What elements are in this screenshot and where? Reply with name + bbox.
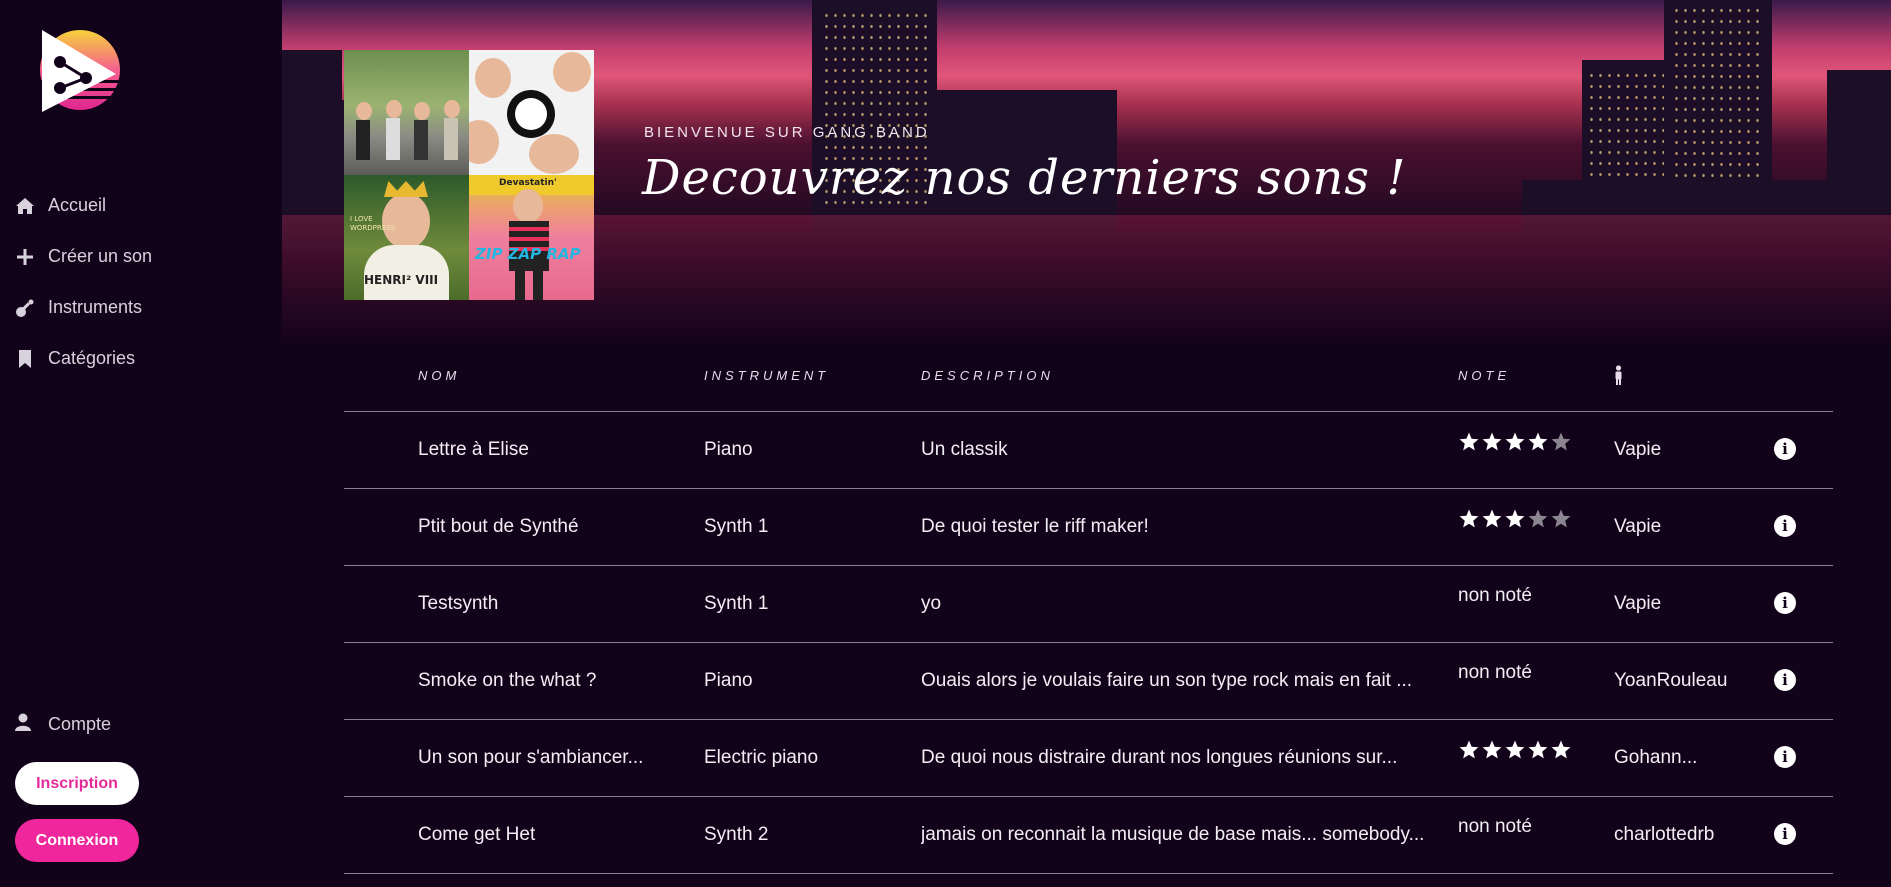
nav-label: Instruments: [48, 297, 143, 317]
album-cover-zip-zap-rap: Devastatin' ZIP ZAP RAP: [469, 175, 594, 300]
account-label: Compte: [48, 714, 112, 734]
star-filled-icon: [1505, 432, 1525, 451]
cover4-title: ZIP ZAP RAP: [475, 245, 581, 263]
album-cover-henri: I LOVE WORDPRESS HENRI² VIII: [344, 175, 469, 300]
table-row[interactable]: Come get Het Synth 2 jamais on reconnait l…: [344, 797, 1833, 874]
person-icon: [1614, 365, 1623, 388]
cell-note-text: non noté: [1458, 816, 1532, 837]
album-cover-crossing: [344, 50, 469, 175]
cell-instrument: Piano: [704, 439, 753, 460]
star-filled-icon: [1482, 432, 1502, 451]
star-filled-icon: [1505, 509, 1525, 528]
header-instrument[interactable]: INSTRUMENT: [704, 368, 829, 383]
bookmark-icon: [14, 348, 36, 370]
info-icon[interactable]: i: [1774, 823, 1796, 845]
star-empty-icon: [1551, 509, 1571, 528]
star-filled-icon: [1482, 509, 1502, 528]
cell-user[interactable]: Vapie: [1614, 439, 1744, 461]
cell-user[interactable]: YoanRouleau: [1614, 670, 1744, 692]
account-link[interactable]: Compte: [14, 713, 111, 736]
cell-instrument: Synth 1: [704, 516, 769, 537]
welcome-subtitle: BIENVENUE SUR GANG BAND: [644, 124, 930, 141]
cell-note: [1458, 508, 1598, 530]
cell-description: De quoi tester le riff maker!: [921, 516, 1149, 537]
cell-description: Un classik: [921, 439, 1008, 460]
user-icon: [14, 713, 36, 736]
home-icon: [14, 195, 36, 217]
star-empty-icon: [1551, 432, 1571, 451]
cell-user[interactable]: charlottedrb: [1614, 824, 1744, 846]
signup-button[interactable]: Inscription: [15, 762, 139, 805]
star-rating: [1458, 431, 1598, 453]
table-row[interactable]: Ptit bout de Synthé Synth 1 De quoi tester…: [344, 489, 1833, 566]
cell-nom: Come get Het: [418, 824, 536, 845]
cover3-title: HENRI² VIII: [364, 273, 439, 287]
cell-user[interactable]: Vapie: [1614, 516, 1744, 538]
star-filled-icon: [1459, 432, 1479, 451]
app-logo[interactable]: [30, 28, 126, 112]
main-nav: Accueil Créer un son Instruments Catégor…: [14, 180, 152, 384]
guitar-icon: [14, 297, 36, 319]
star-rating: [1458, 739, 1598, 761]
cover4-top: Devastatin': [499, 178, 557, 188]
cell-description: yo: [921, 593, 942, 614]
info-icon[interactable]: i: [1774, 592, 1796, 614]
nav-label: Créer un son: [48, 246, 153, 266]
header-description[interactable]: DESCRIPTION: [921, 368, 1054, 383]
cell-instrument: Piano: [704, 670, 753, 691]
cover3-text: I LOVE WORDPRESS: [350, 215, 396, 232]
header-nom[interactable]: NOM: [418, 368, 460, 383]
star-rating: [1458, 508, 1598, 530]
info-icon[interactable]: i: [1774, 515, 1796, 537]
cell-user[interactable]: Vapie: [1614, 593, 1744, 615]
nav-item-instruments[interactable]: Instruments: [14, 282, 152, 333]
sidebar: Accueil Créer un son Instruments Catégor…: [0, 0, 282, 887]
table-row[interactable]: Un son pour s'ambiancer... Electric piano…: [344, 720, 1833, 797]
info-icon[interactable]: i: [1774, 669, 1796, 691]
sounds-table: NOM INSTRUMENT DESCRIPTION NOTE Lettre à…: [344, 360, 1833, 874]
nav-item-creer-un-son[interactable]: Créer un son: [14, 231, 152, 282]
login-button[interactable]: Connexion: [15, 819, 139, 862]
star-filled-icon: [1528, 432, 1548, 451]
plus-icon: [14, 246, 36, 268]
info-icon[interactable]: i: [1774, 438, 1796, 460]
album-covers: I LOVE WORDPRESS HENRI² VIII Devastatin'…: [344, 50, 594, 300]
header-note[interactable]: NOTE: [1458, 368, 1510, 383]
star-filled-icon: [1459, 740, 1479, 759]
cell-nom: Lettre à Elise: [418, 439, 529, 460]
cell-nom: Testsynth: [418, 593, 499, 614]
nav-item-categories[interactable]: Catégories: [14, 333, 152, 384]
cell-note-text: non noté: [1458, 662, 1532, 683]
cell-note: [1458, 739, 1598, 761]
nav-label: Accueil: [48, 195, 107, 215]
cell-description: jamais on reconnait la musique de base m…: [921, 824, 1425, 845]
star-filled-icon: [1551, 740, 1571, 759]
nav-item-accueil[interactable]: Accueil: [14, 180, 152, 231]
star-empty-icon: [1528, 509, 1548, 528]
cell-nom: Smoke on the what ?: [418, 670, 597, 691]
cell-user[interactable]: Gohann...: [1614, 747, 1744, 769]
cell-description: De quoi nous distraire durant nos longue…: [921, 747, 1398, 768]
table-row[interactable]: Testsynth Synth 1 yo non noté Vapie i: [344, 566, 1833, 643]
cell-description: Ouais alors je voulais faire un son type…: [921, 670, 1413, 691]
table-row[interactable]: Smoke on the what ? Piano Ouais alors je v…: [344, 643, 1833, 720]
info-icon[interactable]: i: [1774, 746, 1796, 768]
nav-label: Catégories: [48, 348, 136, 368]
table-row[interactable]: Lettre à Elise Piano Un classik Vapie i: [344, 412, 1833, 489]
star-filled-icon: [1528, 740, 1548, 759]
page-headline: Decouvrez nos derniers sons !: [642, 150, 1407, 206]
cell-instrument: Electric piano: [704, 747, 819, 768]
cell-nom: Un son pour s'ambiancer...: [418, 747, 644, 768]
star-filled-icon: [1459, 509, 1479, 528]
album-cover-faces: [469, 50, 594, 175]
table-header: NOM INSTRUMENT DESCRIPTION NOTE: [344, 360, 1833, 412]
cell-note: [1458, 431, 1598, 453]
cell-instrument: Synth 1: [704, 593, 769, 614]
cell-nom: Ptit bout de Synthé: [418, 516, 579, 537]
cell-instrument: Synth 2: [704, 824, 769, 845]
star-filled-icon: [1482, 740, 1502, 759]
cell-note-text: non noté: [1458, 585, 1532, 606]
table-body: Lettre à Elise Piano Un classik Vapie i Ptit …: [344, 412, 1833, 874]
star-filled-icon: [1505, 740, 1525, 759]
